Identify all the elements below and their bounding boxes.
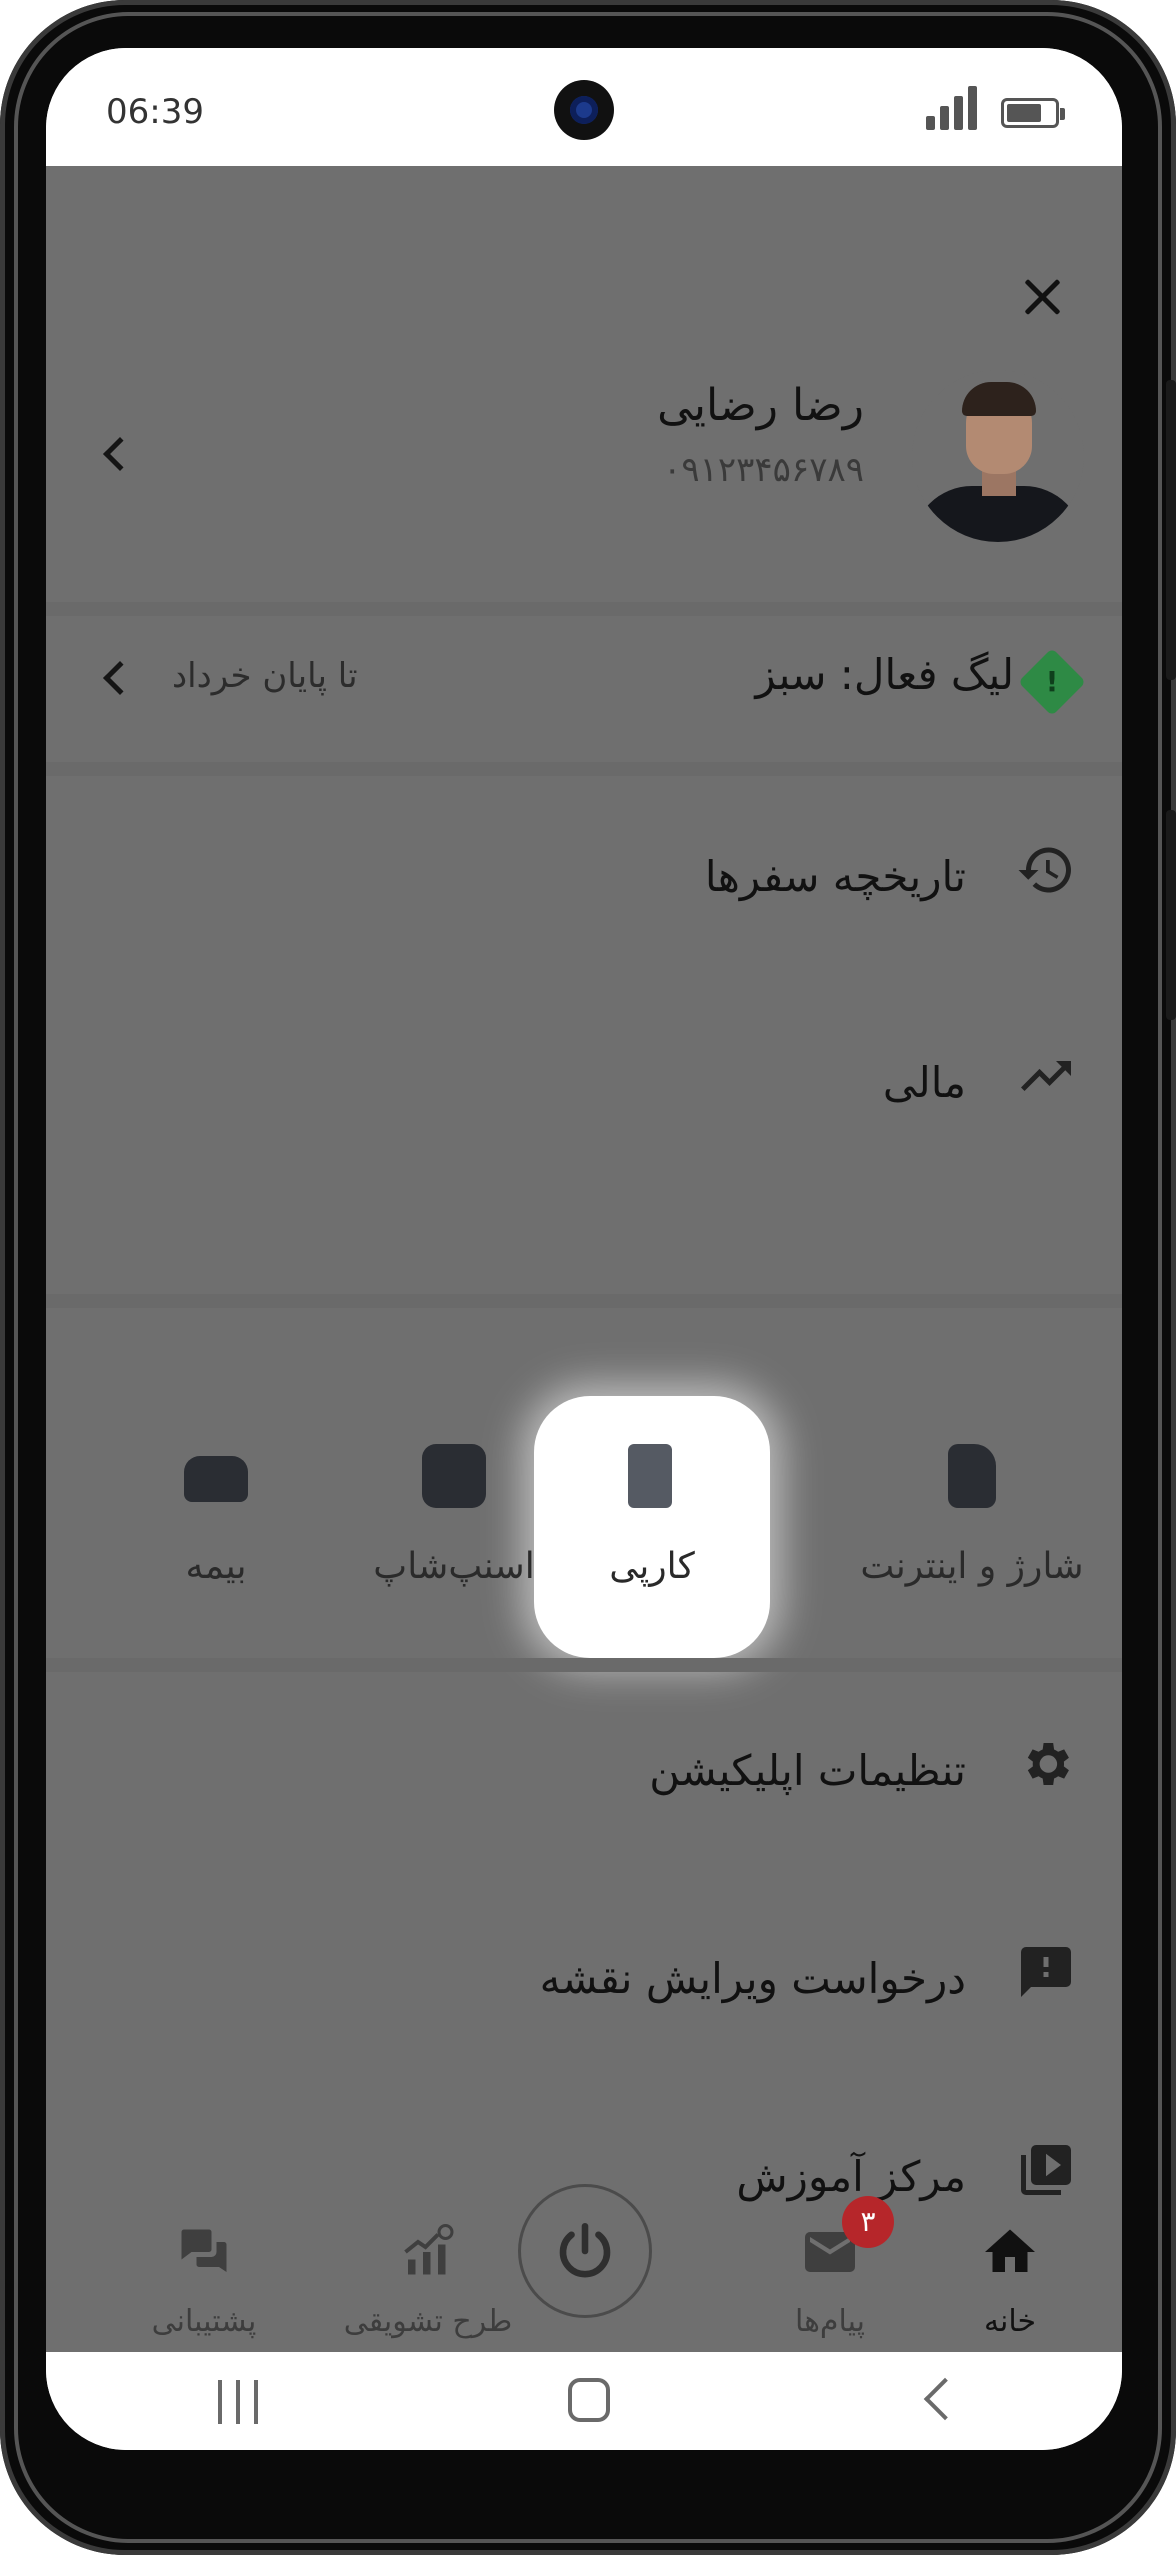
recents-icon[interactable] <box>216 2380 260 2424</box>
user-phone: ۰۹۱۲۳۴۵۶۷۸۹ <box>663 450 864 490</box>
power-side-button <box>1166 810 1176 1020</box>
quick-action-label: بیمه <box>185 1546 247 1587</box>
power-icon <box>559 2222 611 2278</box>
nav-label: طرح تشویقی <box>343 2304 513 2339</box>
menu-label: تاریخچه سفرها <box>704 852 966 901</box>
chevron-left-icon <box>103 437 137 471</box>
front-camera <box>554 80 614 140</box>
receipt-icon <box>628 1444 672 1508</box>
quick-actions: شارژ و اینترنت کارپی اسنپ‌شاپ بیمه <box>46 1396 1122 1676</box>
league-end-text: تا پایان خرداد <box>172 656 358 696</box>
shopping-bag-icon <box>422 1444 486 1508</box>
league-label: لیگ فعال: سبز <box>755 650 1014 699</box>
menu-label: درخواست ویرایش نقشه <box>539 1954 966 2003</box>
profile-row[interactable]: رضا رضایی ۰۹۱۲۳۴۵۶۷۸۹ <box>46 336 1122 606</box>
divider <box>46 602 1122 616</box>
status-bar: 06:39 <box>46 48 1122 166</box>
signal-strength-icon <box>926 86 978 130</box>
menu-item-trip-history[interactable]: تاریخچه سفرها <box>46 826 1122 966</box>
menu-label: تنظیمات اپلیکیشن <box>649 1746 966 1795</box>
system-navigation-bar <box>46 2352 1122 2450</box>
feedback-icon <box>1021 1947 1071 1997</box>
battery-icon <box>1001 98 1065 128</box>
status-time: 06:39 <box>106 92 204 132</box>
system-home-icon[interactable] <box>568 2378 610 2422</box>
league-diamond-icon: ! <box>1018 648 1086 716</box>
settings-icon <box>1027 1743 1069 1785</box>
nav-label: خانه <box>983 2304 1037 2339</box>
avatar <box>912 370 1084 542</box>
divider <box>46 1658 1122 1672</box>
support-chat-icon <box>181 2229 227 2272</box>
league-row[interactable]: ! لیگ فعال: سبز تا پایان خرداد <box>46 616 1122 756</box>
sim-card-icon <box>948 1444 996 1508</box>
video-library-icon <box>1021 2145 1071 2195</box>
quick-action-label: اسنپ‌شاپ <box>373 1546 535 1587</box>
chevron-left-icon <box>103 661 137 695</box>
screen: 06:39 رضا رضایی ۰۹۱۲۳۴۵۶۷۸۹ ! لیگ فعال: … <box>46 48 1122 2450</box>
volume-button <box>1166 380 1176 680</box>
menu-item-app-settings[interactable]: تنظیمات اپلیکیشن <box>46 1720 1122 1860</box>
trending-up-icon <box>1021 1061 1071 1091</box>
menu-label: مرکز آموزش <box>736 2152 966 2201</box>
quick-action-label: شارژ و اینترنت <box>860 1546 1084 1587</box>
unread-badge: ۳ <box>842 2196 894 2248</box>
car-insurance-icon <box>184 1456 248 1502</box>
divider <box>46 762 1122 776</box>
menu-label: مالی <box>882 1058 966 1107</box>
side-drawer: رضا رضایی ۰۹۱۲۳۴۵۶۷۸۹ ! لیگ فعال: سبز تا… <box>46 166 1122 2352</box>
home-icon <box>985 2229 1035 2272</box>
quick-action-insurance[interactable]: بیمه <box>98 1396 334 1658</box>
menu-item-finance[interactable]: مالی <box>46 1032 1122 1172</box>
user-name: رضا رضایی <box>657 380 864 431</box>
nav-label: پشتیبانی <box>151 2304 257 2339</box>
divider <box>46 1294 1122 1308</box>
history-icon <box>1018 847 1071 893</box>
nav-label: پیام‌ها <box>794 2304 866 2339</box>
quick-action-charge-internet[interactable]: شارژ و اینترنت <box>854 1396 1090 1658</box>
power-button[interactable] <box>518 2184 652 2318</box>
nav-item-home[interactable]: خانه <box>910 2216 1110 2352</box>
nav-item-incentive[interactable]: طرح تشویقی <box>328 2216 528 2352</box>
menu-item-map-edit-request[interactable]: درخواست ویرایش نقشه <box>46 1928 1122 2068</box>
nav-item-support[interactable]: پشتیبانی <box>104 2216 304 2352</box>
incentive-chart-icon <box>404 2224 454 2275</box>
system-back-icon[interactable] <box>923 2377 967 2421</box>
nav-item-messages[interactable]: ۳ پیام‌ها <box>730 2196 930 2352</box>
close-icon[interactable] <box>1010 264 1076 330</box>
quick-action-snappshop[interactable]: اسنپ‌شاپ <box>336 1396 572 1658</box>
